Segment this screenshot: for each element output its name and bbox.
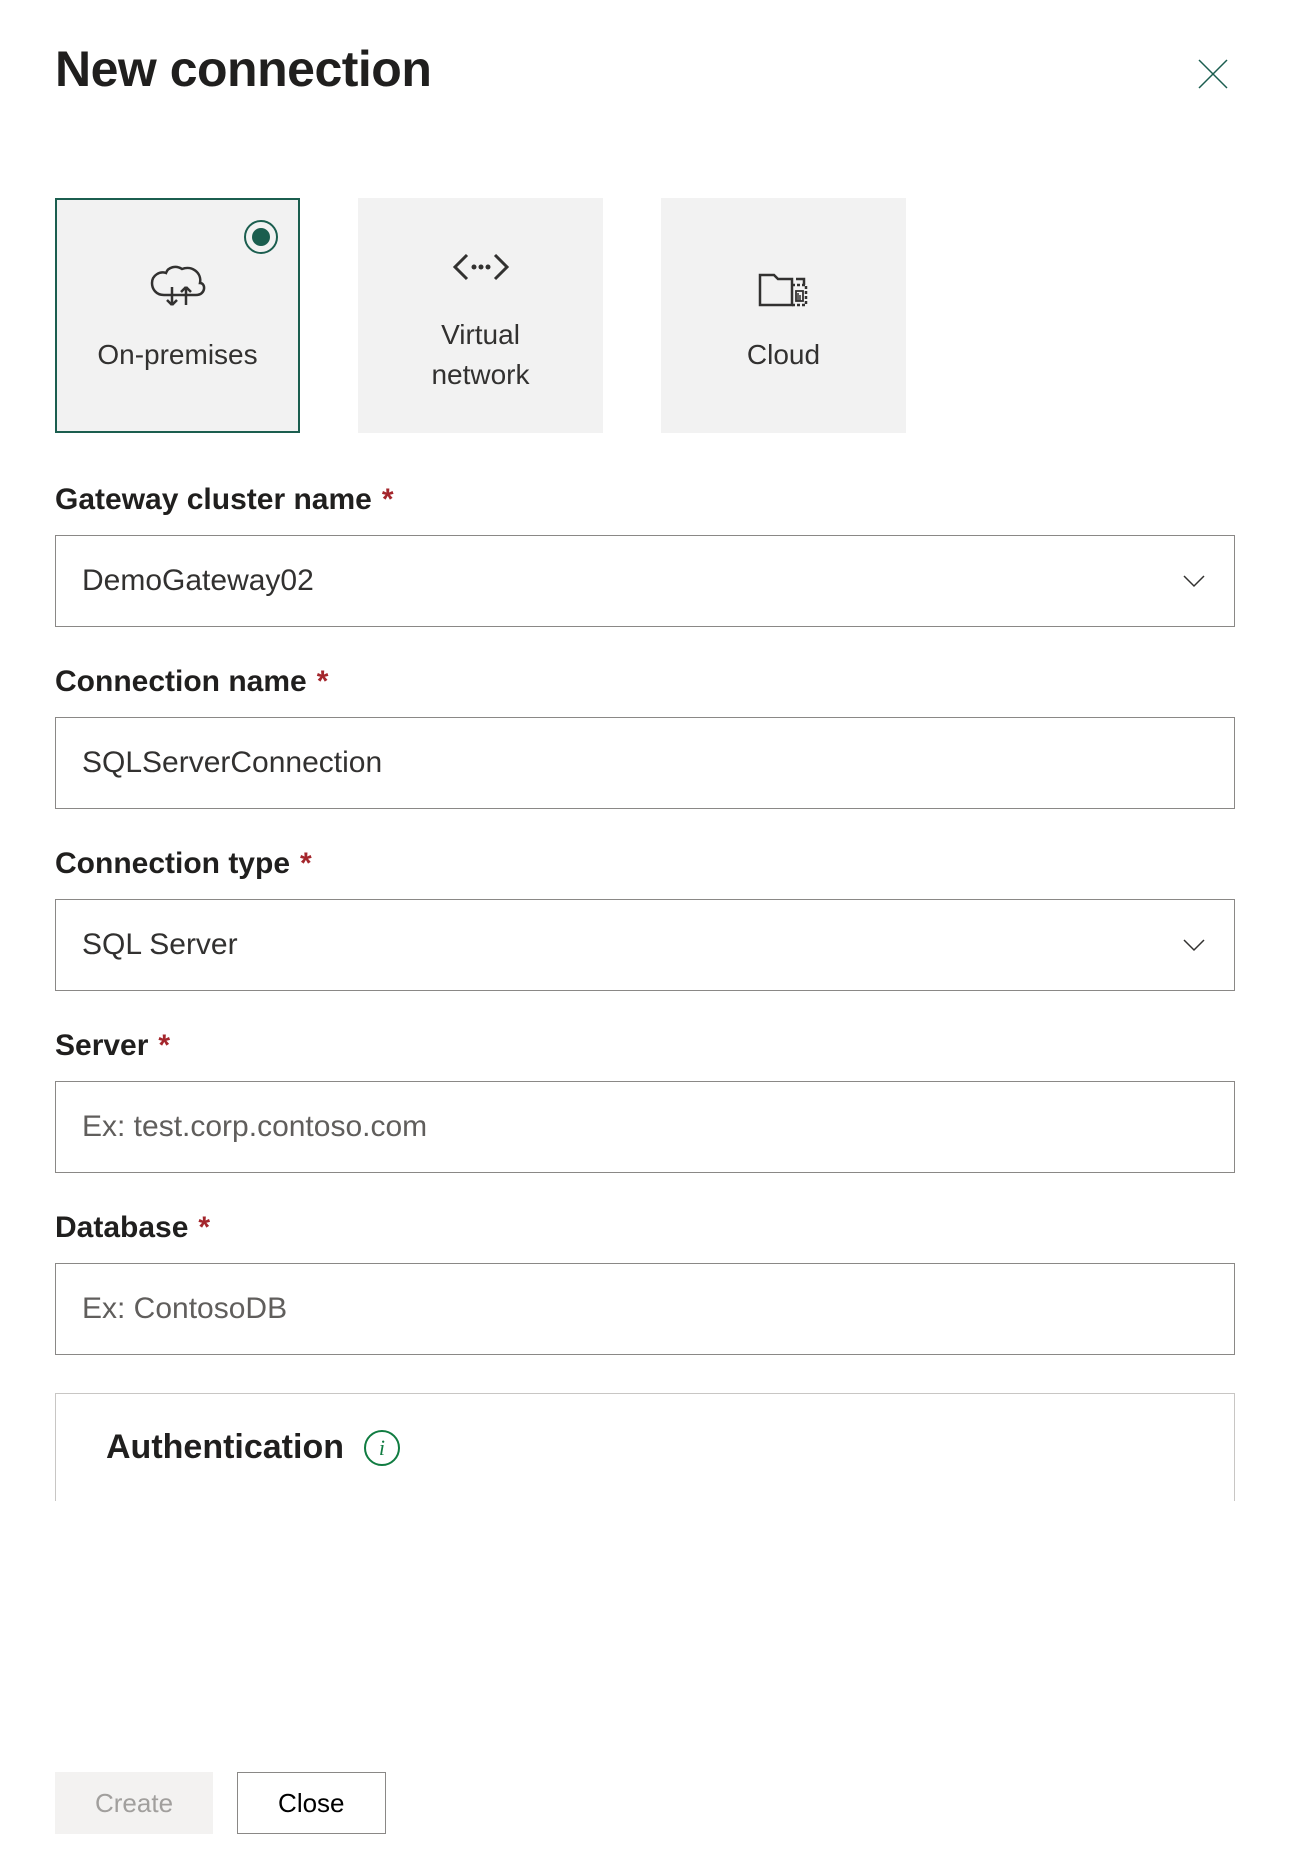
radio-selected-icon	[244, 220, 278, 254]
panel-title: New connection	[55, 40, 431, 98]
tile-cloud[interactable]: Cloud	[661, 198, 906, 433]
connection-type-select[interactable]: SQL Server	[55, 899, 1235, 991]
tile-virtual-network[interactable]: Virtual network	[358, 198, 603, 433]
gateway-label: Gateway cluster name*	[55, 483, 1235, 517]
cloud-sync-icon	[146, 257, 210, 317]
gateway-value: DemoGateway02	[82, 564, 314, 598]
database-label: Database*	[55, 1211, 1235, 1245]
authentication-heading: Authentication	[106, 1428, 344, 1467]
close-button[interactable]: Close	[237, 1772, 385, 1834]
tile-label: On-premises	[97, 335, 257, 374]
connection-name-label: Connection name*	[55, 665, 1235, 699]
create-button: Create	[55, 1772, 213, 1834]
authentication-section: Authentication i	[55, 1393, 1235, 1501]
tile-label: Virtual network	[431, 315, 529, 393]
gateway-cluster-select[interactable]: DemoGateway02	[55, 535, 1235, 627]
connection-name-input[interactable]	[55, 717, 1235, 809]
chevron-down-icon	[1180, 931, 1208, 959]
server-input[interactable]	[55, 1081, 1235, 1173]
close-icon	[1195, 56, 1231, 92]
tile-label: Cloud	[747, 335, 820, 374]
connection-type-label: Connection type*	[55, 847, 1235, 881]
chevron-down-icon	[1180, 567, 1208, 595]
close-panel-button[interactable]	[1191, 52, 1235, 96]
database-input[interactable]	[55, 1263, 1235, 1355]
info-icon[interactable]: i	[364, 1430, 400, 1466]
virtual-network-icon	[449, 237, 513, 297]
connection-mode-tiles: On-premises Virtual network Clo	[55, 198, 1235, 433]
cloud-folder-icon	[754, 257, 814, 317]
tile-on-premises[interactable]: On-premises	[55, 198, 300, 433]
connection-type-value: SQL Server	[82, 928, 238, 962]
server-label: Server*	[55, 1029, 1235, 1063]
